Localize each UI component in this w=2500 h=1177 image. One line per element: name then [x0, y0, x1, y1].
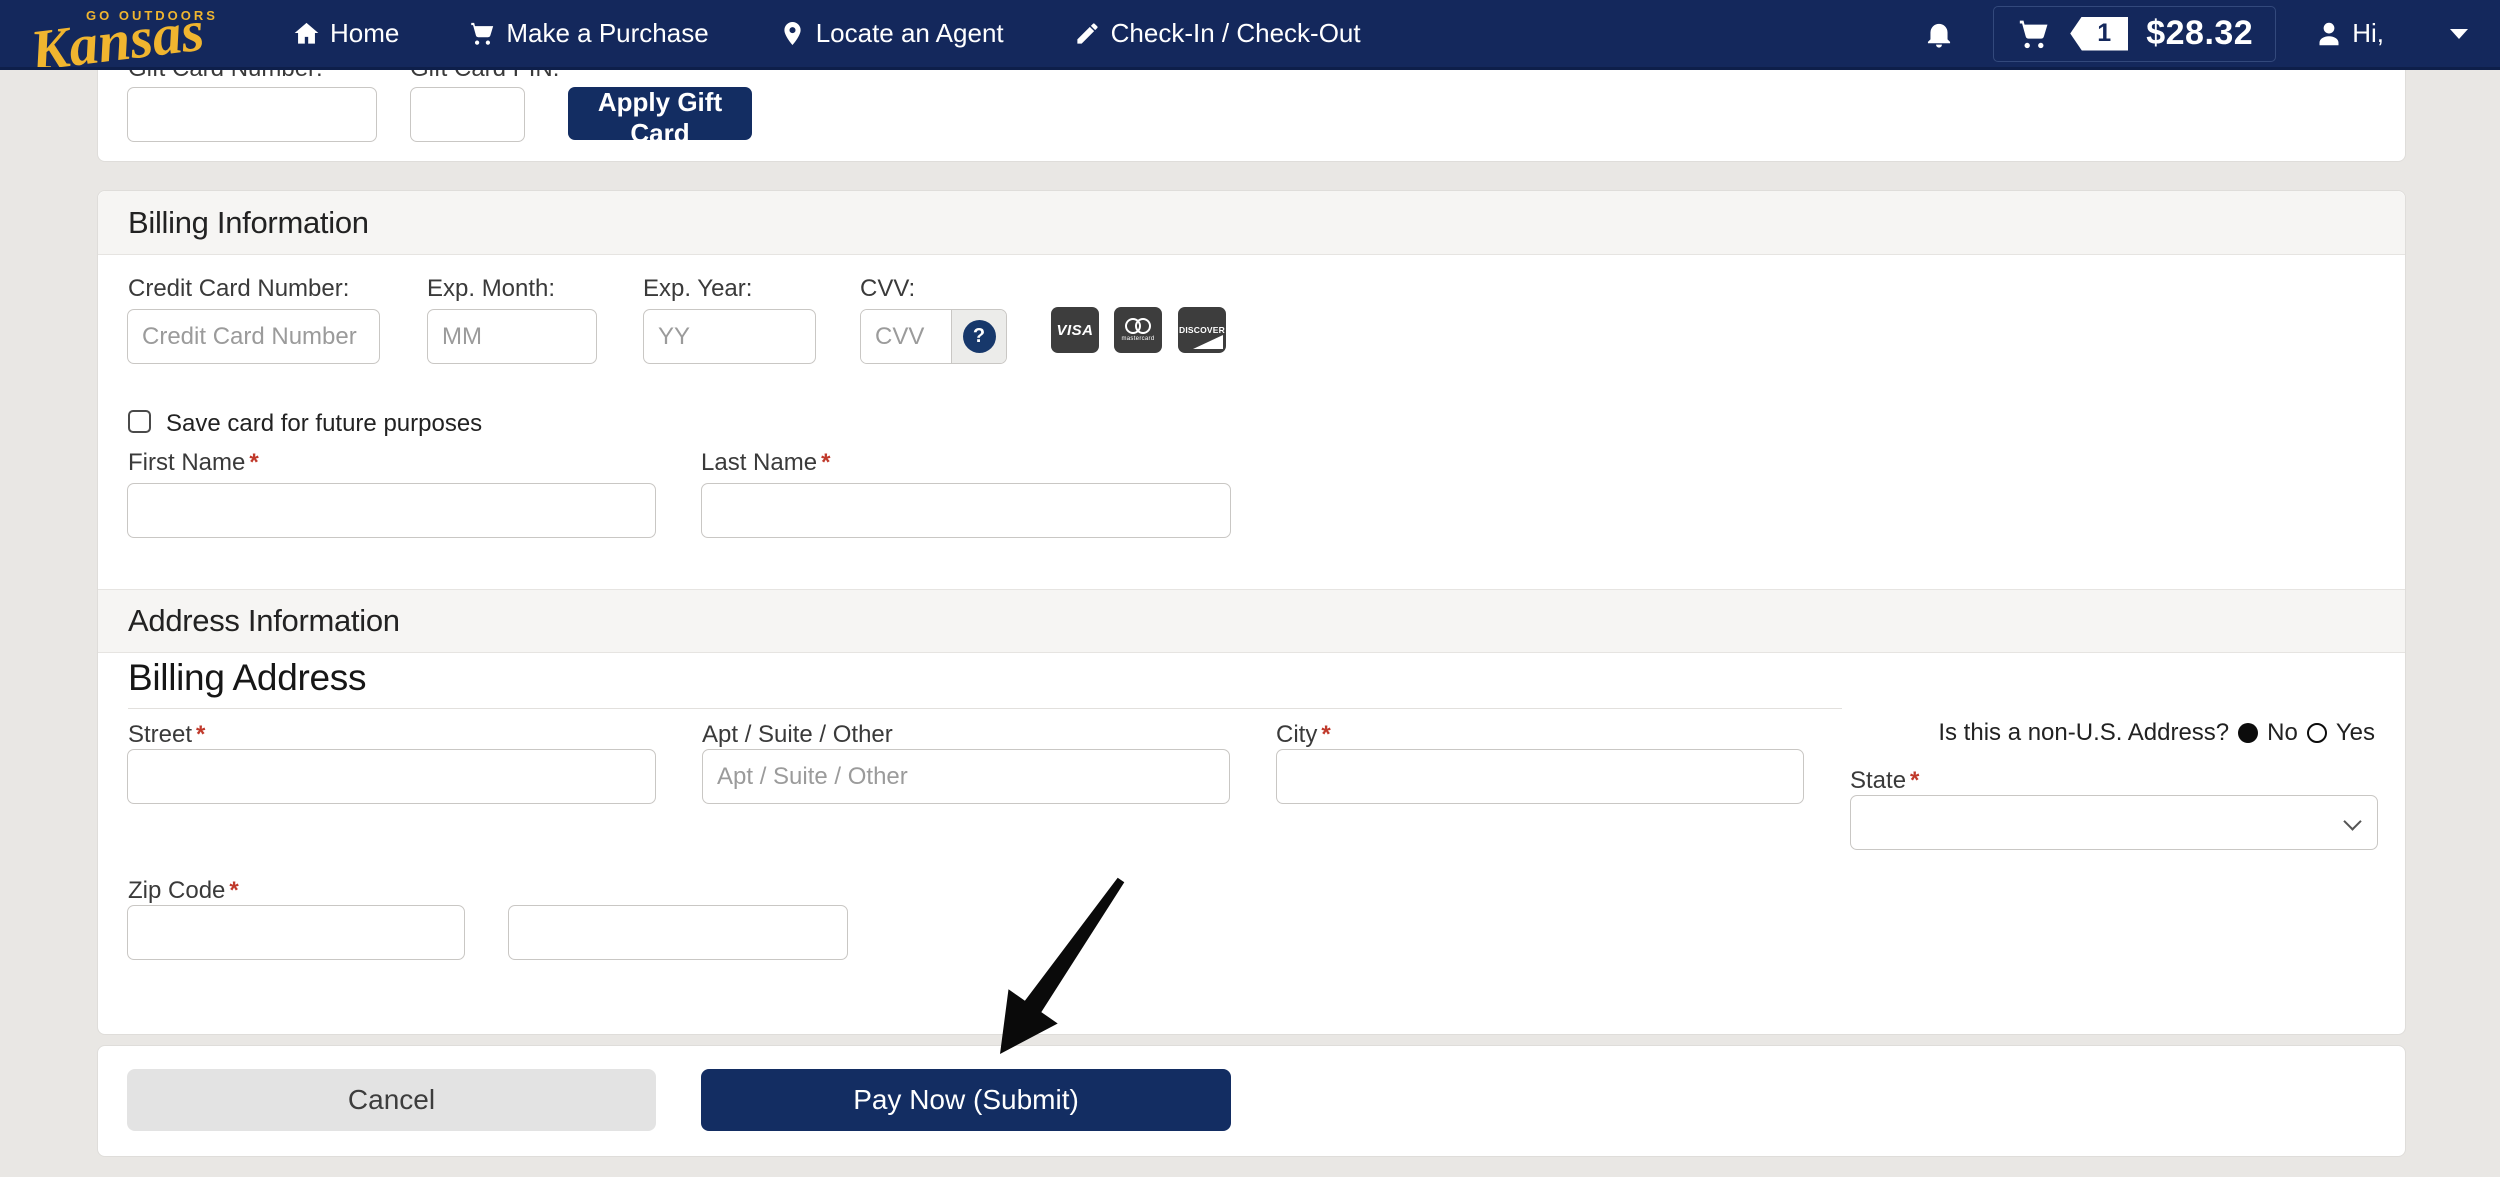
notifications-button[interactable] [1923, 18, 1955, 50]
non-us-no-label: No [2267, 719, 2298, 747]
nav-item-make-a-purchase[interactable]: Make a Purchase [469, 18, 708, 49]
person-icon [2314, 19, 2344, 49]
credit-card-number-input[interactable] [127, 309, 380, 364]
non-us-address-question: Is this a non-U.S. Address? No Yes [1938, 719, 2375, 747]
cart-total: $28.32 [2146, 14, 2253, 53]
apply-gift-card-button[interactable]: Apply Gift Card [568, 87, 752, 140]
save-card-checkbox[interactable] [128, 410, 151, 433]
nav-item-label: Locate an Agent [816, 18, 1004, 49]
brand-tagline: GO OUTDOORS [86, 8, 218, 23]
address-information-title: Address Information [128, 603, 400, 639]
top-navbar: Kansas GO OUTDOORS Home Make a Purchase … [0, 0, 2500, 70]
nav-item-locate-an-agent[interactable]: Locate an Agent [779, 18, 1004, 49]
exp-year-label: Exp. Year: [643, 275, 752, 303]
apt-suite-label: Apt / Suite / Other [702, 721, 893, 749]
exp-month-label: Exp. Month: [427, 275, 555, 303]
cvv-help-addon[interactable]: ? [951, 310, 1006, 363]
billing-address-legend: Billing Address [128, 657, 1842, 709]
city-label: City* [1276, 721, 1331, 749]
cvv-input[interactable] [861, 310, 951, 363]
apt-suite-input[interactable] [702, 749, 1230, 804]
cart-icon [469, 20, 496, 47]
exp-month-input[interactable] [427, 309, 597, 364]
last-name-input[interactable] [701, 483, 1231, 538]
last-name-label: Last Name* [701, 449, 830, 477]
visa-card-icon: VISA [1051, 307, 1099, 353]
gift-card-pin-input[interactable] [410, 87, 525, 142]
street-label: Street* [128, 721, 205, 749]
bell-icon [1923, 18, 1955, 50]
chevron-down-icon[interactable] [2450, 29, 2468, 39]
nav-item-check-in-out[interactable]: Check-In / Check-Out [1074, 18, 1361, 49]
user-menu[interactable]: Hi, [2314, 18, 2384, 49]
gift-card-number-input[interactable] [127, 87, 377, 142]
state-select[interactable] [1850, 795, 2378, 850]
billing-information-header: Billing Information [98, 191, 2405, 255]
first-name-label: First Name* [128, 449, 259, 477]
cancel-button[interactable]: Cancel [127, 1069, 656, 1131]
home-icon [293, 20, 320, 47]
zip-code-input[interactable] [127, 905, 465, 960]
nav-item-label: Home [330, 18, 399, 49]
nav-item-home[interactable]: Home [293, 18, 399, 49]
cvv-label: CVV: [860, 275, 915, 303]
street-input[interactable] [127, 749, 656, 804]
question-mark-icon: ? [963, 320, 996, 353]
zip-plus4-input[interactable] [508, 905, 848, 960]
pencil-icon [1074, 20, 1101, 47]
mastercard-card-icon: mastercard [1114, 307, 1162, 353]
nav-item-label: Check-In / Check-Out [1111, 18, 1361, 49]
pay-now-submit-button[interactable]: Pay Now (Submit) [701, 1069, 1231, 1131]
cvv-group: ? [860, 309, 1007, 364]
chevron-down-icon [2343, 812, 2361, 830]
billing-address-title: Billing Address [128, 657, 366, 698]
non-us-question-label: Is this a non-U.S. Address? [1938, 719, 2229, 747]
credit-card-number-label: Credit Card Number: [128, 275, 349, 303]
non-us-yes-radio[interactable] [2307, 723, 2327, 743]
state-label: State* [1850, 767, 1919, 795]
kansas-logo[interactable]: Kansas GO OUTDOORS [28, 0, 223, 69]
billing-information-title: Billing Information [128, 205, 369, 241]
non-us-no-radio[interactable] [2238, 723, 2258, 743]
payment-panel: Billing Information Credit Card Number: … [97, 190, 2406, 1035]
nav-item-label: Make a Purchase [506, 18, 708, 49]
actions-panel: Cancel Pay Now (Submit) [97, 1045, 2406, 1157]
zip-code-label: Zip Code* [128, 877, 239, 905]
non-us-yes-label: Yes [2336, 719, 2375, 747]
cart-icon [2016, 17, 2052, 51]
map-marker-icon [779, 20, 806, 47]
cart-summary-button[interactable]: 1 $28.32 [1993, 6, 2276, 62]
address-information-header: Address Information [98, 589, 2405, 653]
user-greeting: Hi, [2352, 18, 2384, 49]
cart-count-badge: 1 [2070, 17, 2128, 51]
city-input[interactable] [1276, 749, 1804, 804]
first-name-input[interactable] [127, 483, 656, 538]
discover-card-icon: DISCOVER [1178, 307, 1226, 353]
exp-year-input[interactable] [643, 309, 816, 364]
save-card-label: Save card for future purposes [166, 410, 482, 438]
